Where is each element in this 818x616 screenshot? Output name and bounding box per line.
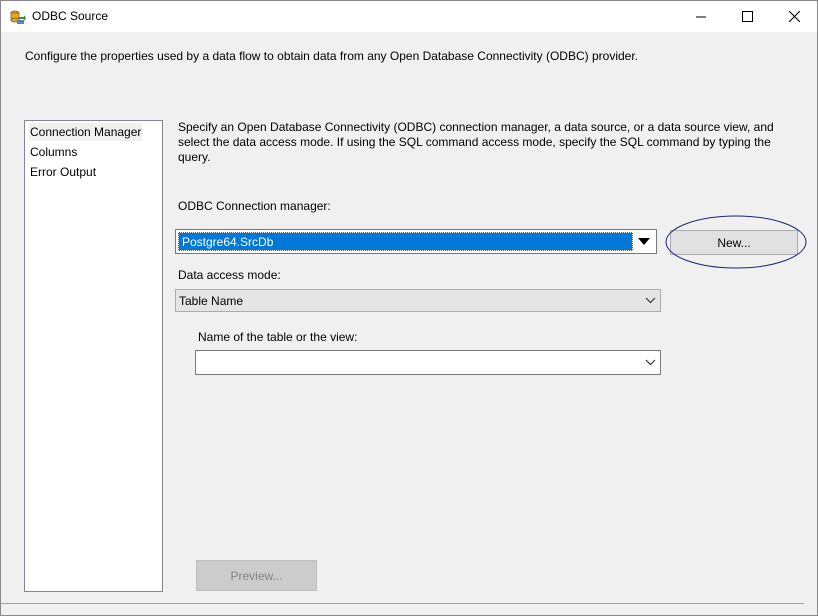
connection-manager-value: Postgre64.SrcDb (178, 232, 633, 251)
close-button[interactable] (771, 1, 817, 32)
chevron-down-icon (645, 359, 656, 366)
dialog-description: Configure the properties used by a data … (25, 49, 638, 63)
minimize-button[interactable] (678, 1, 724, 32)
page-navigation-list: Connection Manager Columns Error Output (24, 120, 163, 592)
chevron-down-icon (645, 297, 656, 304)
maximize-icon (741, 11, 753, 22)
nav-item-columns[interactable]: Columns (29, 143, 78, 161)
nav-item-connection-manager[interactable]: Connection Manager (29, 123, 143, 141)
highlight-ellipse-annotation (665, 215, 807, 269)
maximize-button[interactable] (724, 1, 770, 32)
close-icon (788, 11, 800, 22)
nav-item-error-output[interactable]: Error Output (29, 163, 97, 181)
data-access-mode-label: Data access mode: (178, 268, 281, 282)
window-title: ODBC Source (32, 9, 109, 23)
connection-manager-combo[interactable]: Postgre64.SrcDb (175, 229, 657, 254)
preview-button[interactable]: Preview... (196, 560, 317, 591)
dropdown-arrow-icon[interactable] (634, 232, 654, 251)
table-name-combo[interactable] (195, 350, 661, 375)
data-access-mode-value: Table Name (179, 294, 244, 308)
table-name-label: Name of the table or the view: (198, 330, 358, 344)
separator-line (1, 603, 804, 604)
ssis-odbc-source-icon (10, 10, 26, 24)
page-instructions: Specify an Open Database Connectivity (O… (178, 120, 774, 164)
minimize-icon (696, 16, 706, 17)
data-access-mode-combo[interactable]: Table Name (175, 289, 661, 312)
connection-manager-label: ODBC Connection manager: (178, 199, 331, 213)
odbc-source-dialog: ODBC Source Configure the properties use… (0, 0, 818, 616)
title-bar[interactable]: ODBC Source (1, 1, 817, 32)
